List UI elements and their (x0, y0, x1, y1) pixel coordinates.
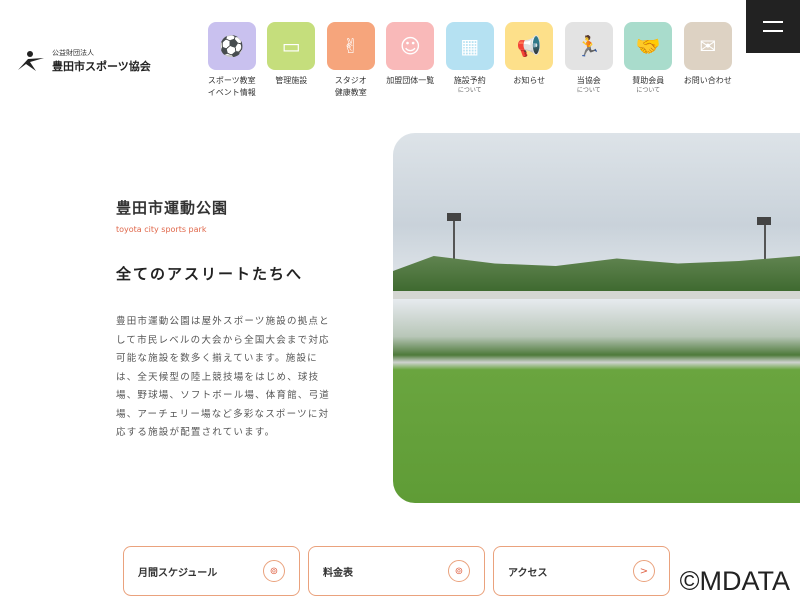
nav-icon: ⚽ (207, 22, 256, 70)
quick-link-button[interactable]: 月間スケジュール ⊚ (123, 546, 300, 596)
nav-item[interactable]: 🤝 賛助会員について (619, 22, 679, 99)
nav-label: 管理施設 (275, 76, 308, 85)
nav-label: 施設予約 (453, 76, 486, 85)
quick-link-label: 月間スケジュール (138, 567, 218, 579)
arrow-circle-icon: ⊚ (263, 560, 285, 582)
nav-label: お問い合わせ (683, 76, 732, 85)
nav-item[interactable]: 📢 お知らせ (500, 22, 560, 99)
nav-sublabel: について (636, 87, 661, 94)
watermark: ©MDATA (679, 566, 790, 596)
nav-item[interactable]: ▦ 施設予約について (440, 22, 500, 99)
nav-icon: ☺ (386, 22, 435, 70)
nav-icon: ▦ (445, 22, 494, 70)
hamburger-menu-button[interactable] (746, 0, 800, 53)
quick-link-button[interactable]: アクセス > (493, 546, 670, 596)
nav-label: スタジオ 健康教室 (334, 76, 367, 97)
nav-item[interactable]: ✌ スタジオ 健康教室 (321, 22, 381, 99)
nav-icon: 📢 (505, 22, 554, 70)
quick-links: 月間スケジュール ⊚ 料金表 ⊚ アクセス > (123, 546, 670, 596)
description-text: 豊田市運動公園は屋外スポーツ施設の拠点として市民レベルの大会から全国大会まで対応… (116, 316, 331, 438)
nav-icon: 🤝 (624, 22, 673, 70)
nav-item[interactable]: ✉ お問い合わせ (678, 22, 738, 99)
quick-link-label: 料金表 (323, 567, 353, 579)
nav-icon: ✌ (326, 22, 375, 70)
logo-org-type: 公益財団法人 (52, 49, 94, 57)
page-subtitle: toyota city sports park (116, 225, 207, 234)
quick-link-label: アクセス (508, 567, 548, 579)
nav-label: お知らせ (513, 76, 546, 85)
nav-icon: ✉ (683, 22, 732, 70)
page-title: 豊田市運動公園 (116, 199, 229, 217)
arrow-circle-icon: > (633, 560, 655, 582)
runner-logo-icon (18, 51, 44, 71)
section-heading: 全てのアスリートたちへ (116, 265, 304, 283)
quick-link-button[interactable]: 料金表 ⊚ (308, 546, 485, 596)
nav-label: 当協会 (576, 76, 601, 85)
nav-icon: 🏃 (564, 22, 613, 70)
nav-item[interactable]: 🏃 当協会について (559, 22, 619, 99)
main-nav: ⚽ スポーツ教室 イベント情報 ▭ 管理施設 ✌ スタジオ 健康教室 ☺ 加盟団体一覧 ▦ 施設予… (202, 22, 738, 99)
nav-icon: ▭ (267, 22, 316, 70)
nav-label: スポーツ教室 イベント情報 (207, 76, 256, 97)
nav-sublabel: について (576, 87, 601, 94)
logo-name: 豊田市スポーツ協会 (52, 60, 151, 73)
park-photo (393, 133, 800, 503)
nav-sublabel: について (457, 87, 482, 94)
nav-label: 加盟団体一覧 (386, 76, 435, 85)
nav-item[interactable]: ⚽ スポーツ教室 イベント情報 (202, 22, 262, 99)
nav-label: 賛助会員 (632, 76, 665, 85)
arrow-circle-icon: ⊚ (448, 560, 470, 582)
nav-item[interactable]: ☺ 加盟団体一覧 (381, 22, 441, 99)
nav-item[interactable]: ▭ 管理施設 (262, 22, 322, 99)
logo[interactable]: 公益財団法人 豊田市スポーツ協会 (16, 48, 151, 74)
